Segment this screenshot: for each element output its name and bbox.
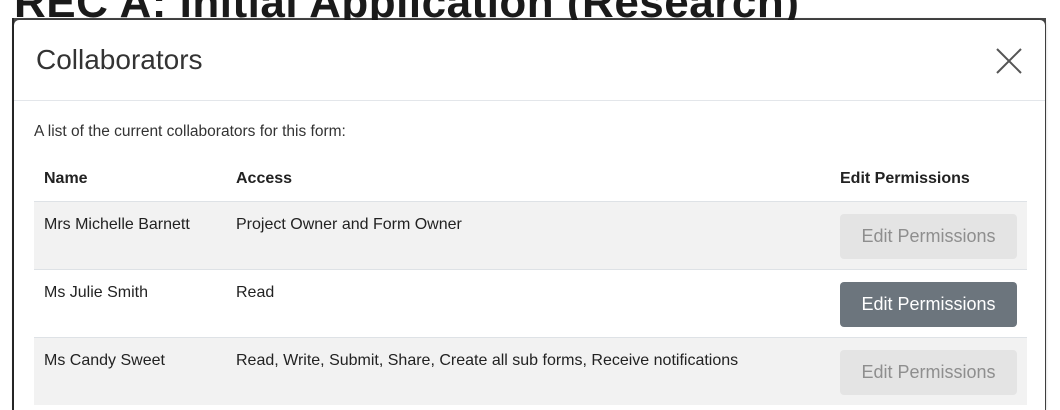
backdrop-right-edge — [1046, 18, 1060, 410]
table-row: Mrs Michelle Barnett Project Owner and F… — [34, 201, 1027, 270]
close-button[interactable] — [993, 45, 1025, 77]
edit-permissions-button: Edit Permissions — [840, 214, 1017, 259]
collaborator-access: Project Owner and Form Owner — [226, 201, 830, 270]
collaborators-table: Name Access Edit Permissions Mrs Michell… — [34, 157, 1027, 405]
collaborator-name: Ms Julie Smith — [34, 269, 226, 338]
intro-text: A list of the current collaborators for … — [34, 123, 346, 140]
table-row: Ms Julie Smith Read Edit Permissions — [34, 269, 1027, 338]
collaborator-access: Read, Write, Submit, Share, Create all s… — [226, 337, 830, 405]
collaborators-modal: Collaborators A list of the current coll… — [14, 20, 1045, 410]
edit-permissions-cell: Edit Permissions — [830, 269, 1027, 338]
collaborator-name: Ms Candy Sweet — [34, 337, 226, 405]
edit-permissions-button[interactable]: Edit Permissions — [840, 282, 1017, 327]
edit-permissions-button: Edit Permissions — [840, 350, 1017, 395]
table-row: Ms Candy Sweet Read, Write, Submit, Shar… — [34, 337, 1027, 405]
column-header-access: Access — [236, 170, 293, 187]
backdrop-left-edge — [0, 18, 14, 410]
collaborator-name: Mrs Michelle Barnett — [34, 201, 226, 270]
modal-body: A list of the current collaborators for … — [14, 123, 1045, 405]
close-icon — [996, 48, 1022, 74]
table-header-row: Name Access Edit Permissions — [34, 157, 1027, 202]
collaborator-access: Read — [226, 269, 830, 338]
edit-permissions-cell: Edit Permissions — [830, 337, 1027, 405]
modal-header: Collaborators — [14, 20, 1045, 101]
modal-title: Collaborators — [36, 44, 203, 75]
column-header-name: Name — [44, 170, 88, 187]
edit-permissions-cell: Edit Permissions — [830, 201, 1027, 270]
column-header-edit-permissions: Edit Permissions — [840, 170, 970, 187]
